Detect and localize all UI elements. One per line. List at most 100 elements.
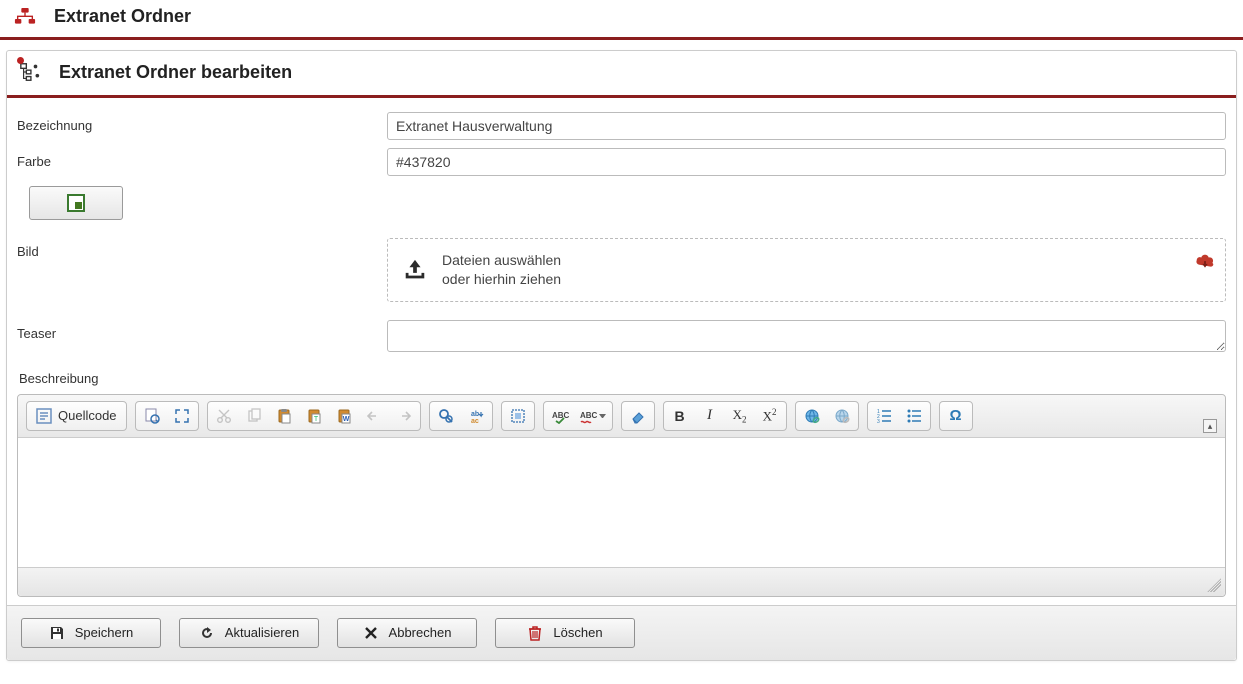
omega-icon: Ω bbox=[950, 407, 962, 424]
svg-text:ABC: ABC bbox=[580, 411, 597, 420]
file-drop-zone[interactable]: Dateien auswählen oder hierhin ziehen bbox=[387, 238, 1226, 302]
source-label: Quellcode bbox=[58, 408, 117, 423]
source-button[interactable]: Quellcode bbox=[28, 403, 125, 429]
row-bild: Bild Dateien auswählen oder hierhin zieh… bbox=[17, 238, 1226, 302]
toolbar-collapse-toggle[interactable]: ▴ bbox=[1203, 419, 1217, 433]
subtree-icon bbox=[19, 61, 41, 83]
cut-button[interactable] bbox=[209, 403, 239, 429]
svg-text:W: W bbox=[342, 416, 349, 423]
svg-text:3: 3 bbox=[877, 419, 880, 424]
paste-word-button[interactable]: W bbox=[329, 403, 359, 429]
svg-text:ab: ab bbox=[471, 411, 479, 418]
input-teaser[interactable] bbox=[387, 320, 1226, 352]
eraser-icon bbox=[630, 408, 646, 424]
refresh-icon bbox=[199, 625, 215, 641]
refresh-label: Aktualisieren bbox=[225, 625, 299, 640]
paste-icon bbox=[276, 408, 292, 424]
delete-label: Löschen bbox=[553, 625, 602, 640]
cancel-icon bbox=[363, 625, 379, 641]
numberedlist-icon: 123 bbox=[876, 408, 892, 424]
refresh-button[interactable]: Aktualisieren bbox=[179, 618, 319, 648]
find-button[interactable] bbox=[431, 403, 461, 429]
cancel-label: Abbrechen bbox=[389, 625, 452, 640]
label-bezeichnung: Bezeichnung bbox=[17, 112, 387, 133]
color-swatch-icon bbox=[67, 194, 85, 212]
link-button[interactable] bbox=[797, 403, 827, 429]
superscript-icon: X2 bbox=[763, 407, 777, 424]
paste-word-icon: W bbox=[336, 408, 352, 424]
cancel-button[interactable]: Abbrechen bbox=[337, 618, 477, 648]
editor-toolbar: Quellcode bbox=[18, 395, 1225, 438]
unlink-button[interactable] bbox=[827, 403, 857, 429]
specialchar-button[interactable]: Ω bbox=[941, 403, 971, 429]
preview-icon bbox=[144, 408, 160, 424]
row-color-picker bbox=[17, 182, 1226, 220]
selectall-button[interactable] bbox=[503, 403, 533, 429]
unsaved-changes-indicator-icon bbox=[17, 57, 24, 64]
delete-button[interactable]: Löschen bbox=[495, 618, 635, 648]
bold-button[interactable]: B bbox=[665, 403, 695, 429]
row-bezeichnung: Bezeichnung bbox=[17, 112, 1226, 140]
spellcheck-as-type-icon: ABC bbox=[579, 408, 597, 424]
bulletlist-button[interactable] bbox=[899, 403, 929, 429]
bold-icon: B bbox=[674, 408, 684, 424]
find-icon bbox=[438, 408, 454, 424]
maximize-button[interactable] bbox=[167, 403, 197, 429]
italic-icon: I bbox=[707, 407, 712, 424]
edit-panel: Extranet Ordner bearbeiten Bezeichnung F… bbox=[6, 50, 1237, 661]
copy-button[interactable] bbox=[239, 403, 269, 429]
source-icon bbox=[36, 408, 52, 424]
save-button[interactable]: Speichern bbox=[21, 618, 161, 648]
dropdown-caret-icon bbox=[599, 414, 606, 418]
upload-text: Dateien auswählen oder hierhin ziehen bbox=[442, 251, 561, 289]
label-beschreibung: Beschreibung bbox=[17, 363, 1226, 394]
replace-icon: abac bbox=[468, 408, 484, 424]
paste-text-button[interactable]: T bbox=[299, 403, 329, 429]
row-farbe: Farbe bbox=[17, 148, 1226, 176]
paste-text-icon: T bbox=[306, 408, 322, 424]
editor-resize-grip-icon[interactable] bbox=[1207, 578, 1221, 592]
upload-icon bbox=[402, 258, 428, 282]
editor-content-area[interactable] bbox=[18, 438, 1225, 568]
editor-statusbar bbox=[18, 568, 1225, 596]
unlink-icon bbox=[834, 408, 850, 424]
upload-line2: oder hierhin ziehen bbox=[442, 270, 561, 289]
cloud-upload-icon[interactable] bbox=[1194, 252, 1216, 270]
undo-button[interactable] bbox=[359, 403, 389, 429]
spellcheck-as-type-button[interactable]: ABC bbox=[575, 403, 611, 429]
redo-button[interactable] bbox=[389, 403, 419, 429]
subscript-button[interactable]: X2 bbox=[725, 403, 755, 429]
svg-text:T: T bbox=[313, 416, 318, 423]
spellcheck-button[interactable]: ABC bbox=[545, 403, 575, 429]
input-bezeichnung[interactable] bbox=[387, 112, 1226, 140]
replace-button[interactable]: abac bbox=[461, 403, 491, 429]
page-title: Extranet Ordner bbox=[54, 6, 191, 27]
preview-button[interactable] bbox=[137, 403, 167, 429]
copy-icon bbox=[246, 408, 262, 424]
page-header: Extranet Ordner bbox=[0, 0, 1243, 40]
panel-title: Extranet Ordner bearbeiten bbox=[59, 62, 292, 83]
spellcheck-icon: ABC bbox=[551, 408, 569, 424]
panel-footer: Speichern Aktualisieren Abbrechen Lösche… bbox=[7, 605, 1236, 660]
numberedlist-button[interactable]: 123 bbox=[869, 403, 899, 429]
bulletlist-icon bbox=[906, 408, 922, 424]
superscript-button[interactable]: X2 bbox=[755, 403, 785, 429]
label-teaser: Teaser bbox=[17, 320, 387, 341]
undo-icon bbox=[366, 408, 382, 424]
link-icon bbox=[804, 408, 820, 424]
save-label: Speichern bbox=[75, 625, 134, 640]
color-picker-button[interactable] bbox=[29, 186, 123, 220]
upload-line1: Dateien auswählen bbox=[442, 251, 561, 270]
save-icon bbox=[49, 625, 65, 641]
trash-icon bbox=[527, 625, 543, 641]
richtext-editor: Quellcode bbox=[17, 394, 1226, 597]
selectall-icon bbox=[510, 408, 526, 424]
input-farbe[interactable] bbox=[387, 148, 1226, 176]
italic-button[interactable]: I bbox=[695, 403, 725, 429]
removeformat-button[interactable] bbox=[623, 403, 653, 429]
cut-icon bbox=[216, 408, 232, 424]
paste-button[interactable] bbox=[269, 403, 299, 429]
form-body: Bezeichnung Farbe Bild bbox=[7, 98, 1236, 605]
row-teaser: Teaser bbox=[17, 320, 1226, 355]
panel-header: Extranet Ordner bearbeiten bbox=[7, 51, 1236, 98]
